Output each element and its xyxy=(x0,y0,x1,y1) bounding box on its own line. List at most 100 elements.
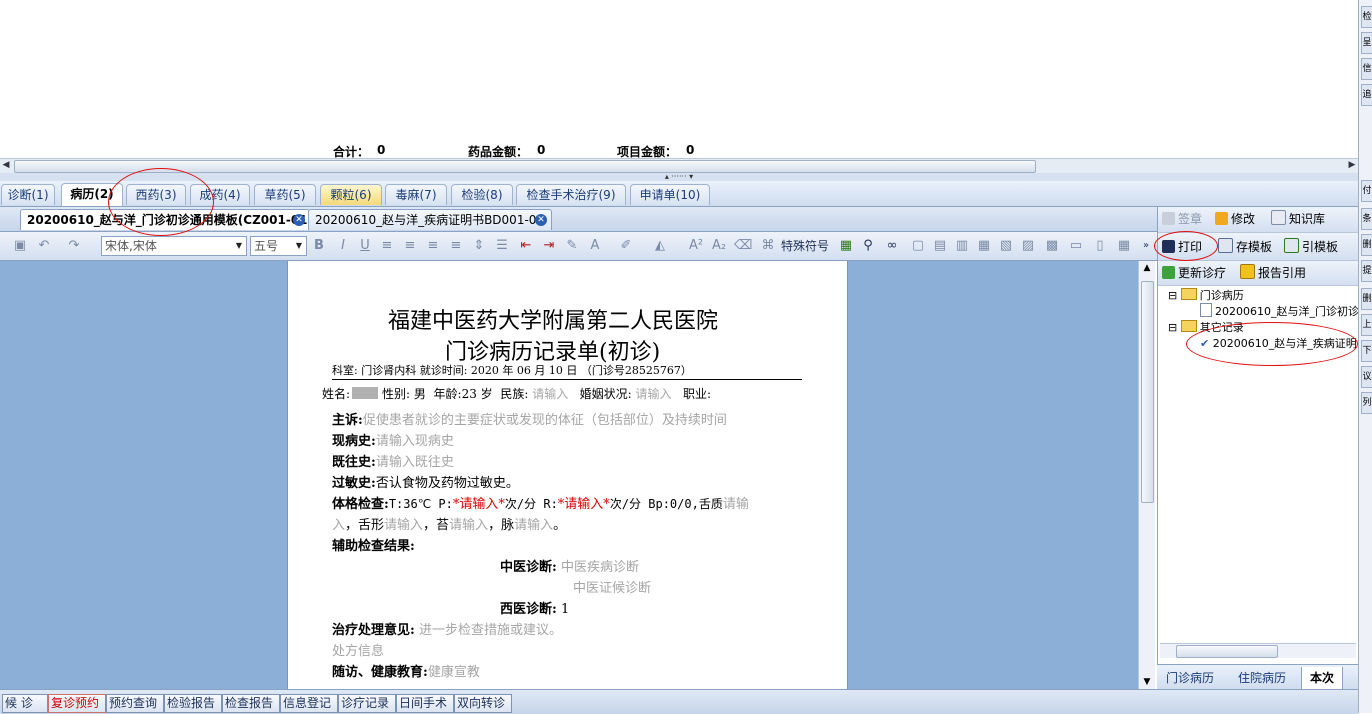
tab-lab-test[interactable]: 检验(8) xyxy=(451,184,513,205)
chevron-down-icon[interactable]: ▼ xyxy=(232,237,246,255)
tab-exam-surgery-treatment[interactable]: 检查手术治疗(9) xyxy=(516,184,626,205)
pulse-tcm-input[interactable]: 请输入 xyxy=(514,518,553,533)
align-right-icon[interactable]: ≡ xyxy=(426,238,440,254)
tongue-input[interactable]: 请输 xyxy=(723,497,749,512)
delete-column-icon[interactable]: ▩ xyxy=(1044,238,1060,254)
tab-granules[interactable]: 颗粒(6) xyxy=(320,184,382,205)
referral-button[interactable]: 双向转诊 xyxy=(454,694,512,713)
scroll-thumb[interactable] xyxy=(14,160,1036,173)
align-center-icon[interactable]: ≡ xyxy=(403,238,417,254)
edge-button[interactable]: 追 xyxy=(1361,84,1372,106)
tree-item-disease-certificate[interactable]: ✔ 20200610_赵与洋_疾病证明 xyxy=(1200,335,1357,351)
tree-folder-other[interactable]: ⊟ 其它记录 xyxy=(1168,319,1244,335)
ethnic-input[interactable]: 请输入 xyxy=(532,387,568,401)
treatment-record-button[interactable]: 诊疗记录 xyxy=(338,694,396,713)
revisit-appointment-button[interactable]: 复诊预约 xyxy=(48,694,106,713)
justify-icon[interactable]: ≡ xyxy=(449,238,463,254)
insert-column-icon[interactable]: ▧ xyxy=(998,238,1014,254)
prescription-info[interactable]: 处方信息 xyxy=(332,640,384,659)
lab-report-button[interactable]: 检验报告 xyxy=(164,694,222,713)
search-icon[interactable]: ⚲ xyxy=(860,238,876,254)
undo-icon[interactable]: ↶ xyxy=(36,238,52,254)
edge-button[interactable]: 条 xyxy=(1361,208,1372,230)
waiting-button[interactable]: 候 诊 xyxy=(2,694,48,713)
editor-vertical-scrollbar[interactable]: ▲ ▼ xyxy=(1138,261,1155,689)
scroll-right-icon[interactable]: ▶ xyxy=(1346,159,1358,172)
font-name-select[interactable]: 宋体,宋体 ▼ xyxy=(101,236,247,256)
font-color-icon[interactable]: A xyxy=(587,238,603,254)
doc-tab-initial-visit[interactable]: 20200610_赵与洋_门诊初诊通用模板(CZ001-01) ✕ xyxy=(20,209,310,230)
clear-format-icon[interactable]: ⌫ xyxy=(734,238,752,254)
edge-button[interactable]: 检 xyxy=(1361,6,1372,28)
delete-row-icon[interactable]: ▨ xyxy=(1020,238,1036,254)
redo-icon[interactable]: ↷ xyxy=(66,238,82,254)
insert-field-icon[interactable]: ▦ xyxy=(838,238,854,254)
print-button[interactable]: 打印 xyxy=(1162,238,1202,256)
outdent-icon[interactable]: ⇤ xyxy=(518,238,534,254)
edge-button[interactable]: 删 xyxy=(1361,234,1372,256)
line-spacing-icon[interactable]: ⇕ xyxy=(472,238,486,254)
tab-inpatient-records[interactable]: 住院病历 xyxy=(1233,667,1291,689)
insert-table-icon[interactable]: ▤ xyxy=(932,238,948,254)
past-history-input[interactable]: 请输入既往史 xyxy=(376,455,454,470)
format-painter-icon[interactable]: ✎ xyxy=(564,238,580,254)
pulse-input[interactable]: *请输入* xyxy=(453,497,505,512)
indent-icon[interactable]: ⇥ xyxy=(541,238,557,254)
edge-button[interactable]: 呈 xyxy=(1361,32,1372,54)
scroll-left-icon[interactable]: ◀ xyxy=(0,159,12,172)
table-props-icon[interactable]: ▥ xyxy=(954,238,970,254)
scroll-thumb[interactable] xyxy=(1176,645,1278,658)
scroll-thumb[interactable] xyxy=(1141,281,1154,503)
cite-template-button[interactable]: 引模板 xyxy=(1284,238,1338,256)
tab-current-visit[interactable]: 本次 xyxy=(1301,667,1343,690)
tab-patent-medicine[interactable]: 成药(4) xyxy=(190,184,250,205)
edge-button[interactable]: 删 xyxy=(1361,288,1372,310)
special-chars-button[interactable]: 特殊符号 xyxy=(780,238,830,254)
editor-canvas[interactable]: 福建中医药大学附属第二人民医院 门诊病历记录单(初诊) 科室: 门诊肾内科 就诊… xyxy=(0,261,1138,689)
present-history-input[interactable]: 请输入现病史 xyxy=(376,434,454,449)
tab-request-form[interactable]: 申请单(10) xyxy=(630,184,710,205)
coating-input[interactable]: 请输入 xyxy=(449,518,488,533)
font-size-select[interactable]: 五号 ▼ xyxy=(250,236,307,256)
chevron-down-icon[interactable]: ▼ xyxy=(292,237,306,255)
doc-tab-disease-certificate[interactable]: 20200610_赵与洋_疾病证明书BD001-01 ✕ xyxy=(308,209,552,230)
tab-outpatient-records[interactable]: 门诊病历 xyxy=(1161,667,1219,689)
tab-herbal-medicine[interactable]: 草药(5) xyxy=(254,184,316,205)
fill-color-icon[interactable]: ◭ xyxy=(652,238,668,254)
close-icon[interactable]: ✕ xyxy=(535,214,547,226)
highlight-icon[interactable]: ✐ xyxy=(618,238,634,254)
edge-button[interactable]: 提 xyxy=(1361,260,1372,282)
refresh-diagnosis-button[interactable]: 更新诊疗 xyxy=(1162,264,1226,282)
followup-input[interactable]: 健康宣教 xyxy=(428,665,480,680)
merge-cells-icon[interactable]: ▭ xyxy=(1068,238,1084,254)
exam-report-button[interactable]: 检查报告 xyxy=(222,694,280,713)
info-register-button[interactable]: 信息登记 xyxy=(280,694,338,713)
save-icon[interactable]: ▣ xyxy=(12,238,28,254)
list-icon[interactable]: ☰ xyxy=(495,238,509,254)
special-symbol-icon[interactable]: ⌘ xyxy=(760,238,776,254)
edge-button[interactable]: 列 xyxy=(1361,392,1372,414)
scroll-down-icon[interactable]: ▼ xyxy=(1139,675,1155,689)
insert-row-icon[interactable]: ▦ xyxy=(976,238,992,254)
tree-folder-outpatient[interactable]: ⊟ 门诊病历 xyxy=(1168,287,1244,303)
tongue-input-cont[interactable]: 入 xyxy=(332,518,345,533)
bold-icon[interactable]: B xyxy=(312,238,326,254)
tab-western-medicine[interactable]: 西药(3) xyxy=(126,184,186,205)
edge-button[interactable]: 下 xyxy=(1361,340,1372,362)
italic-icon[interactable]: I xyxy=(336,238,350,254)
allergy-value[interactable]: 否认食物及药物过敏史。 xyxy=(376,476,519,491)
sign-button[interactable]: 签章 xyxy=(1162,210,1202,228)
report-reference-button[interactable]: 报告引用 xyxy=(1240,264,1306,282)
chief-complaint-input[interactable]: 促使患者就诊的主要症状或发现的体征（包括部位）及持续时间 xyxy=(363,413,727,428)
tree-item-initial-visit[interactable]: 20200610_赵与洋_门诊初诊 xyxy=(1200,303,1359,319)
appointment-query-button[interactable]: 预约查询 xyxy=(106,694,164,713)
align-left-icon[interactable]: ≡ xyxy=(380,238,394,254)
respiration-input[interactable]: *请输入* xyxy=(558,497,610,512)
treatment-input[interactable]: 进一步检查措施或建议。 xyxy=(419,623,562,638)
close-icon[interactable]: ✕ xyxy=(293,214,305,226)
tab-narcotics[interactable]: 毒麻(7) xyxy=(385,184,447,205)
marital-input[interactable]: 请输入 xyxy=(636,387,672,401)
tab-medical-record[interactable]: 病历(2) xyxy=(61,183,123,206)
document-page[interactable]: 福建中医药大学附属第二人民医院 门诊病历记录单(初诊) 科室: 门诊肾内科 就诊… xyxy=(287,261,848,689)
edge-button[interactable]: 信 xyxy=(1361,58,1372,80)
